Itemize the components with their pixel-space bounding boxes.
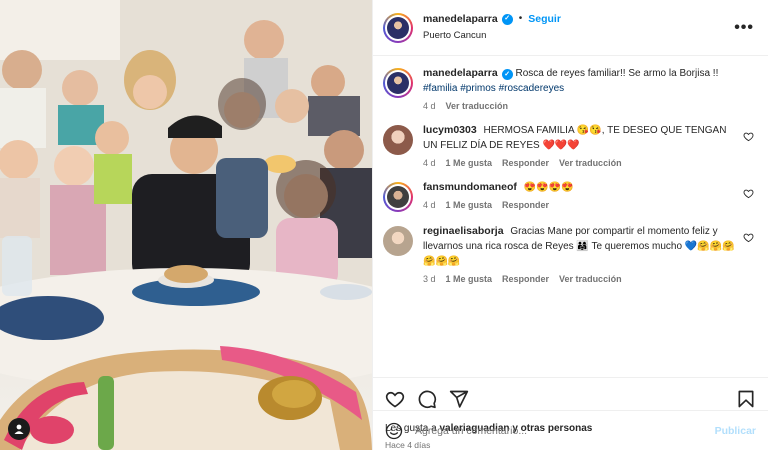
comment-username[interactable]: reginaelisaborja (423, 225, 504, 237)
tagged-users-button[interactable] (8, 418, 30, 440)
author-username[interactable]: manedelaparra (423, 12, 498, 26)
commenter-avatar[interactable] (383, 226, 413, 256)
more-options-icon[interactable]: ••• (734, 19, 754, 35)
publish-button[interactable]: Publicar (715, 425, 756, 437)
caption-text: Rosca de reyes familiar!! Se armo la Bor… (515, 68, 719, 79)
heart-icon[interactable] (385, 389, 405, 409)
comment-likes-link[interactable]: 1 Me gusta (446, 200, 493, 210)
follow-button[interactable]: Seguir (528, 12, 561, 26)
separator-dot: • (518, 13, 523, 24)
family-photo-illustration (0, 0, 372, 450)
caption-translate-link[interactable]: Ver traducción (446, 101, 509, 111)
add-comment-bar: Publicar (373, 410, 768, 450)
comment-translate-link[interactable]: Ver traducción (559, 158, 622, 168)
location-link[interactable]: Puerto Cancun (423, 29, 734, 43)
comment-like-heart-icon[interactable] (743, 131, 754, 142)
comment-item: fansmundomaneof 😍😍😍😍 4 d 1 Me gusta Resp… (383, 180, 754, 212)
instagram-post: manedelaparra ✓ • Seguir Puerto Cancun •… (0, 0, 768, 450)
comment-likes-link[interactable]: 1 Me gusta (446, 274, 493, 284)
post-photo[interactable] (0, 0, 372, 450)
comment-like-heart-icon[interactable] (743, 188, 754, 199)
bookmark-icon[interactable] (736, 389, 756, 409)
caption-hashtags[interactable]: #familia #primos #roscadereyes (423, 83, 564, 94)
commenter-avatar[interactable] (383, 182, 413, 212)
caption-author-avatar[interactable] (383, 68, 413, 98)
comment-item: lucym0303 HERMOSA FAMILIA 😘😘, TE DESEO Q… (383, 123, 754, 168)
verified-badge-icon: ✓ (501, 69, 513, 80)
comment-item: reginaelisaborja Gracias Mane por compar… (383, 224, 754, 284)
comment-icon[interactable] (417, 389, 437, 409)
share-icon[interactable] (449, 389, 469, 409)
post-side-panel: manedelaparra ✓ • Seguir Puerto Cancun •… (372, 0, 768, 450)
verified-badge-icon: ✓ (501, 13, 513, 25)
caption-age: 4 d (423, 101, 436, 111)
comment-likes-link[interactable]: 1 Me gusta (446, 158, 493, 168)
comment-input[interactable] (415, 424, 715, 437)
post-header: manedelaparra ✓ • Seguir Puerto Cancun •… (373, 0, 768, 56)
comment-translate-link[interactable]: Ver traducción (559, 274, 622, 284)
comment-username[interactable]: fansmundomaneof (423, 181, 517, 193)
comment-reply-button[interactable]: Responder (502, 158, 549, 168)
comment-like-heart-icon[interactable] (743, 232, 754, 243)
comment-age: 3 d (423, 274, 436, 284)
caption-username[interactable]: manedelaparra (423, 67, 498, 79)
comment-age: 4 d (423, 200, 436, 210)
post-caption: manedelaparra ✓ Rosca de reyes familiar!!… (383, 66, 754, 111)
comment-reply-button[interactable]: Responder (502, 274, 549, 284)
comment-reply-button[interactable]: Responder (502, 200, 549, 210)
emoji-icon[interactable] (385, 422, 403, 440)
comment-age: 4 d (423, 158, 436, 168)
comments-list: manedelaparra ✓ Rosca de reyes familiar!!… (373, 56, 768, 377)
comment-username[interactable]: lucym0303 (423, 124, 477, 136)
comment-text: 😍😍😍😍 (523, 182, 574, 193)
commenter-avatar[interactable] (383, 125, 413, 155)
user-icon (14, 424, 24, 434)
author-avatar[interactable] (383, 12, 413, 43)
